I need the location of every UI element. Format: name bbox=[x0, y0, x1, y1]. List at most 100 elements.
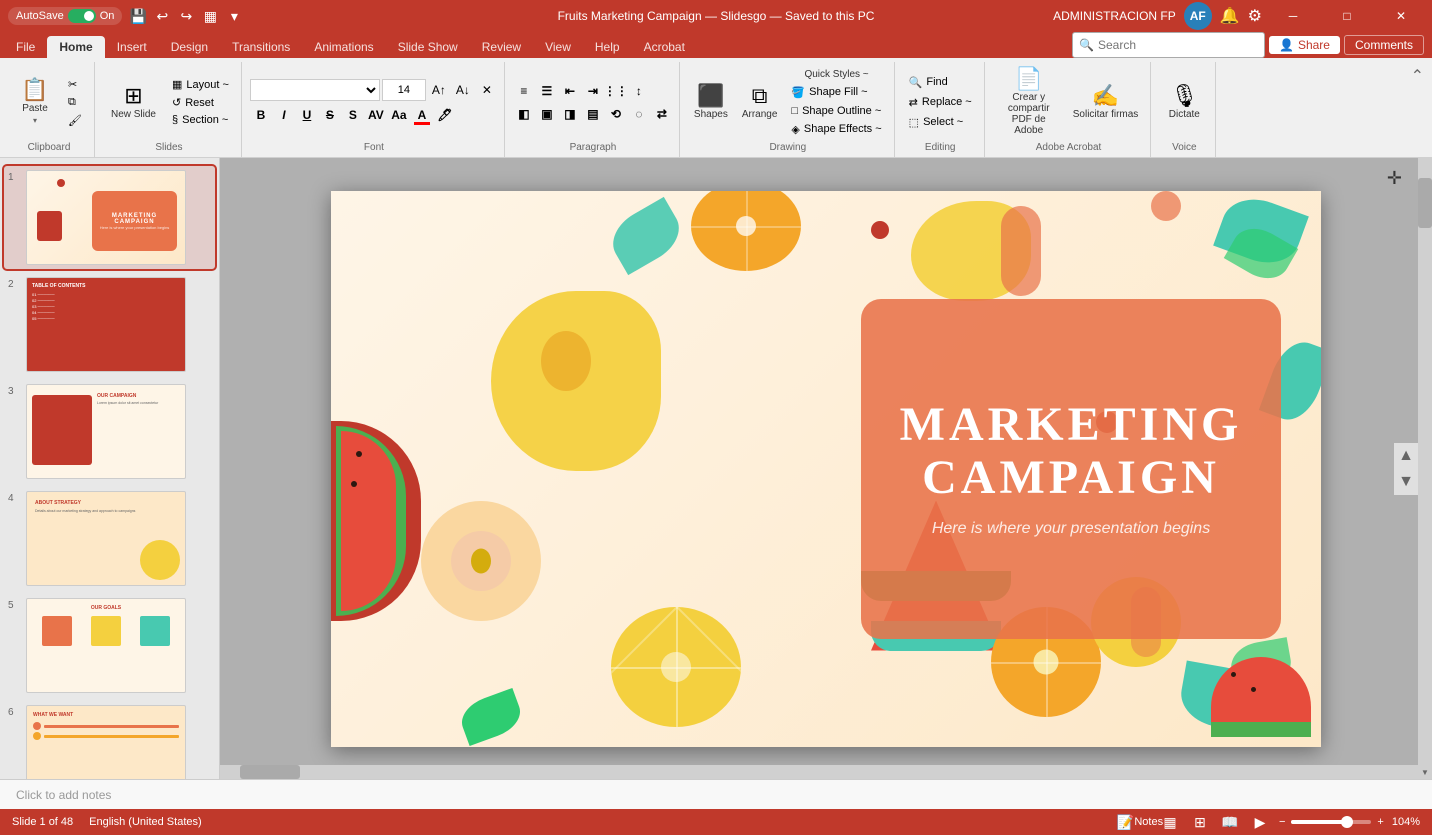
create-pdf-button[interactable]: 📄 Crear y compartir PDF de Adobe bbox=[993, 66, 1065, 138]
maximize-button[interactable]: □ bbox=[1324, 0, 1370, 32]
slide-thumb-1[interactable]: 1 MARKETINGCAMPAIGN Here is where your p… bbox=[4, 166, 215, 269]
share-button[interactable]: 👤 Share bbox=[1269, 36, 1340, 54]
slide-thumb-3[interactable]: 3 OUR CAMPAIGN Lorem ipsum dolor sit ame… bbox=[4, 380, 215, 483]
italic-button[interactable]: I bbox=[273, 104, 295, 126]
decrease-indent-button[interactable]: ⇤ bbox=[559, 80, 581, 102]
reading-view-button[interactable]: 📖 bbox=[1219, 811, 1241, 833]
autosave-toggle[interactable]: AutoSave On bbox=[8, 7, 122, 25]
tab-slideshow[interactable]: Slide Show bbox=[386, 36, 470, 58]
zoom-out-button[interactable]: − bbox=[1279, 816, 1285, 828]
horizontal-scroll-thumb[interactable] bbox=[240, 765, 300, 779]
new-slide-button[interactable]: ⊞ New Slide bbox=[103, 81, 164, 124]
bullets-button[interactable]: ≡ bbox=[513, 80, 535, 102]
tab-design[interactable]: Design bbox=[159, 36, 220, 58]
search-bar[interactable]: 🔍 bbox=[1072, 32, 1265, 58]
font-color-button[interactable]: A bbox=[411, 104, 433, 126]
convert-button[interactable]: ⇄ bbox=[651, 103, 673, 125]
main-content-box[interactable]: MARKETING CAMPAIGN Here is where your pr… bbox=[861, 299, 1281, 639]
vertical-scrollbar[interactable]: ▼ bbox=[1418, 158, 1432, 779]
tab-insert[interactable]: Insert bbox=[105, 36, 159, 58]
customize-icon[interactable]: ▾ bbox=[224, 6, 244, 26]
text-direction-button[interactable]: ⟲ bbox=[605, 103, 627, 125]
scroll-down-arrow[interactable]: ▼ bbox=[1418, 765, 1432, 779]
dictate-button[interactable]: 🎙 Dictate bbox=[1159, 81, 1209, 124]
slide-thumb-4[interactable]: 4 ABOUT STRATEGY Details about our marke… bbox=[4, 487, 215, 590]
shapes-button[interactable]: ⬛ Shapes bbox=[688, 83, 734, 122]
search-input[interactable] bbox=[1098, 38, 1258, 52]
quick-styles-button[interactable]: Quick Styles ~ bbox=[785, 67, 887, 82]
shape-outline-button[interactable]: □ Shape Outline ~ bbox=[785, 103, 887, 119]
request-sig-button[interactable]: ✍ Solicitar firmas bbox=[1067, 83, 1145, 122]
tab-home[interactable]: Home bbox=[47, 36, 104, 58]
strikethrough-button[interactable]: S bbox=[319, 104, 341, 126]
smart-art-button[interactable]: ◌ bbox=[628, 103, 650, 125]
undo-icon[interactable]: ↩ bbox=[152, 6, 172, 26]
find-button[interactable]: 🔍 Find bbox=[903, 74, 978, 91]
increase-font-button[interactable]: A↑ bbox=[428, 79, 450, 101]
font-family-select[interactable] bbox=[250, 79, 380, 101]
shape-effects-button[interactable]: ◈ Shape Effects ~ bbox=[785, 121, 887, 138]
tab-help[interactable]: Help bbox=[583, 36, 632, 58]
paste-dropdown[interactable]: ▾ bbox=[33, 116, 37, 125]
slide-canvas[interactable]: MARKETING CAMPAIGN Here is where your pr… bbox=[331, 191, 1321, 747]
slideshow-view-button[interactable]: ▶ bbox=[1249, 811, 1271, 833]
clear-format-button[interactable]: ✕ bbox=[476, 79, 498, 101]
bold-button[interactable]: B bbox=[250, 104, 272, 126]
align-left-button[interactable]: ◧ bbox=[513, 103, 535, 125]
slide-sorter-button[interactable]: ⊞ bbox=[1189, 811, 1211, 833]
shape-fill-button[interactable]: 🪣 Shape Fill ~ bbox=[785, 84, 887, 101]
zoom-level[interactable]: 104% bbox=[1392, 816, 1420, 828]
arrange-button[interactable]: ⧉ Arrange bbox=[736, 83, 784, 122]
tab-review[interactable]: Review bbox=[470, 36, 533, 58]
slide-thumb-2[interactable]: 2 TABLE OF CONTENTS 01 ────── 02 ────── … bbox=[4, 273, 215, 376]
increase-indent-button[interactable]: ⇥ bbox=[582, 80, 604, 102]
justify-button[interactable]: ▤ bbox=[582, 103, 604, 125]
text-shadow-button[interactable]: S bbox=[342, 104, 364, 126]
collapse-ribbon-button[interactable]: ⌃ bbox=[1407, 62, 1428, 157]
minimize-button[interactable]: ─ bbox=[1270, 0, 1316, 32]
close-button[interactable]: ✕ bbox=[1378, 0, 1424, 32]
reset-button[interactable]: ↺ Reset bbox=[166, 94, 235, 111]
change-case-button[interactable]: Aa bbox=[388, 104, 410, 126]
redo-icon[interactable]: ↪ bbox=[176, 6, 196, 26]
select-button[interactable]: ⬚ Select ~ bbox=[903, 114, 978, 131]
numbering-button[interactable]: ☰ bbox=[536, 80, 558, 102]
tab-view[interactable]: View bbox=[533, 36, 583, 58]
format-painter-button[interactable]: 🖌 bbox=[62, 112, 88, 129]
copy-button[interactable]: ⧉ bbox=[62, 94, 88, 111]
slide-thumb-5[interactable]: 5 OUR GOALS bbox=[4, 594, 215, 697]
align-center-button[interactable]: ▣ bbox=[536, 103, 558, 125]
align-right-button[interactable]: ◨ bbox=[559, 103, 581, 125]
notes-toggle-button[interactable]: 📝 Notes bbox=[1129, 811, 1151, 833]
zoom-thumb[interactable] bbox=[1341, 816, 1353, 828]
replace-button[interactable]: ⇄ Replace ~ bbox=[903, 94, 978, 111]
save-icon[interactable]: 💾 bbox=[128, 6, 148, 26]
comments-button[interactable]: Comments bbox=[1344, 35, 1424, 55]
zoom-slider[interactable]: − + bbox=[1279, 816, 1384, 828]
horizontal-scrollbar[interactable] bbox=[220, 765, 1418, 779]
slide-thumb-6[interactable]: 6 WHAT WE WANT bbox=[4, 701, 215, 779]
font-size-input[interactable]: 14 bbox=[382, 79, 426, 101]
cols-button[interactable]: ⋮⋮ bbox=[605, 80, 627, 102]
prev-slide-arrow[interactable]: ▲ bbox=[1394, 443, 1418, 469]
notification-icon[interactable]: 🔔 bbox=[1220, 6, 1240, 26]
tab-file[interactable]: File bbox=[4, 36, 47, 58]
tab-acrobat[interactable]: Acrobat bbox=[632, 36, 697, 58]
settings-icon[interactable]: ⚙ bbox=[1248, 6, 1262, 26]
zoom-in-button[interactable]: + bbox=[1377, 816, 1383, 828]
presentation-icon[interactable]: ▦ bbox=[200, 6, 220, 26]
underline-button[interactable]: U bbox=[296, 104, 318, 126]
zoom-track[interactable] bbox=[1291, 820, 1371, 824]
autosave-pill[interactable] bbox=[68, 9, 96, 23]
paste-button[interactable]: 📋 Paste ▾ bbox=[10, 75, 60, 129]
char-spacing-button[interactable]: AV bbox=[365, 104, 387, 126]
tab-transitions[interactable]: Transitions bbox=[220, 36, 302, 58]
highlight-button[interactable]: 🖊 bbox=[434, 104, 456, 126]
tab-animations[interactable]: Animations bbox=[302, 36, 385, 58]
notes-placeholder[interactable]: Click to add notes bbox=[16, 788, 111, 802]
next-slide-arrow[interactable]: ▼ bbox=[1394, 469, 1418, 495]
user-avatar[interactable]: AF bbox=[1184, 2, 1212, 30]
cut-button[interactable]: ✂ bbox=[62, 76, 88, 93]
vertical-scroll-thumb[interactable] bbox=[1418, 178, 1432, 228]
layout-button[interactable]: ▦ Layout ~ bbox=[166, 76, 235, 93]
